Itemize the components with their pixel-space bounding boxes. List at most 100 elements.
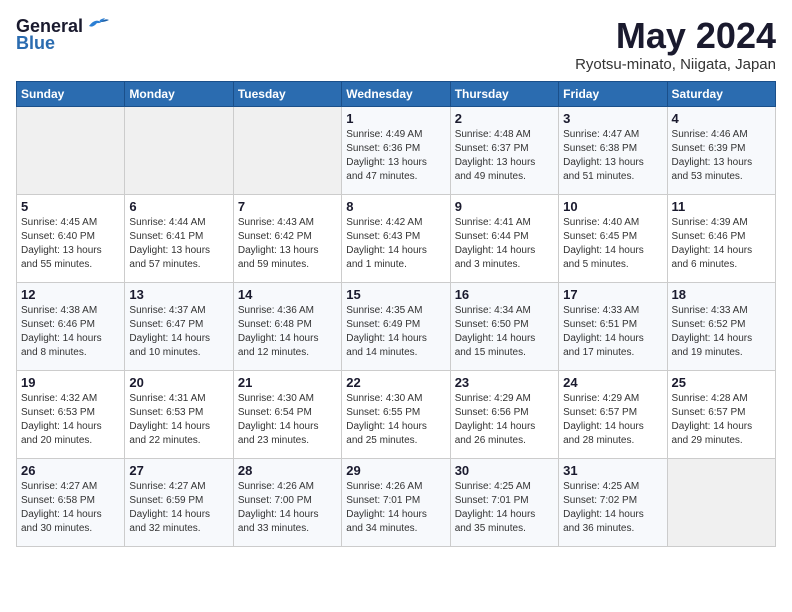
day-number: 22 — [346, 375, 445, 390]
day-info: Sunrise: 4:28 AM Sunset: 6:57 PM Dayligh… — [672, 392, 771, 448]
calendar-cell: 15 Sunrise: 4:35 AM Sunset: 6:49 PM Dayli… — [342, 282, 450, 370]
day-number: 26 — [21, 463, 120, 478]
calendar-cell — [667, 458, 775, 546]
calendar-cell: 7 Sunrise: 4:43 AM Sunset: 6:42 PM Daylig… — [233, 194, 341, 282]
day-info: Sunrise: 4:40 AM Sunset: 6:45 PM Dayligh… — [563, 216, 662, 272]
day-info: Sunrise: 4:30 AM Sunset: 6:55 PM Dayligh… — [346, 392, 445, 448]
calendar-cell: 29Sunrise: 4:26 AM Sunset: 7:01 PM Dayli… — [342, 458, 450, 546]
day-number: 18 — [672, 287, 771, 302]
calendar-cell: 23Sunrise: 4:29 AM Sunset: 6:56 PM Dayli… — [450, 370, 558, 458]
calendar-week-5: 26 Sunrise: 4:27 AM Sunset: 6:58 PM Dayli… — [17, 458, 776, 546]
day-number: 2 — [455, 111, 554, 126]
weekday-header-monday: Monday — [125, 81, 233, 106]
calendar-cell: 8Sunrise: 4:42 AM Sunset: 6:43 PM Daylig… — [342, 194, 450, 282]
weekday-header-friday: Friday — [559, 81, 667, 106]
calendar-week-4: 19 Sunrise: 4:32 AM Sunset: 6:53 PM Dayli… — [17, 370, 776, 458]
month-title: May 2024 — [575, 16, 776, 56]
weekday-header-wednesday: Wednesday — [342, 81, 450, 106]
calendar-cell — [233, 106, 341, 194]
day-number: 15 — [346, 287, 445, 302]
title-section: May 2024 Ryotsu-minato, Niigata, Japan — [575, 16, 776, 73]
day-number: 31 — [563, 463, 662, 478]
day-number: 21 — [238, 375, 337, 390]
calendar-cell: 14Sunrise: 4:36 AM Sunset: 6:48 PM Dayli… — [233, 282, 341, 370]
day-info: Sunrise: 4:25 AM Sunset: 7:02 PM Dayligh… — [563, 480, 662, 536]
calendar-table: SundayMondayTuesdayWednesdayThursdayFrid… — [16, 81, 776, 547]
calendar-cell: 19 Sunrise: 4:32 AM Sunset: 6:53 PM Dayli… — [17, 370, 125, 458]
calendar-cell — [125, 106, 233, 194]
day-info: Sunrise: 4:48 AM Sunset: 6:37 PM Dayligh… — [455, 128, 554, 184]
calendar-cell: 5 Sunrise: 4:45 AM Sunset: 6:40 PM Daylig… — [17, 194, 125, 282]
calendar-cell: 4Sunrise: 4:46 AM Sunset: 6:39 PM Daylig… — [667, 106, 775, 194]
calendar-cell: 21 Sunrise: 4:30 AM Sunset: 6:54 PM Dayli… — [233, 370, 341, 458]
day-number: 4 — [672, 111, 771, 126]
calendar-cell: 12 Sunrise: 4:38 AM Sunset: 6:46 PM Dayli… — [17, 282, 125, 370]
weekday-header-thursday: Thursday — [450, 81, 558, 106]
calendar-cell: 2 Sunrise: 4:48 AM Sunset: 6:37 PM Daylig… — [450, 106, 558, 194]
calendar-cell: 13 Sunrise: 4:37 AM Sunset: 6:47 PM Dayli… — [125, 282, 233, 370]
day-number: 24 — [563, 375, 662, 390]
day-number: 9 — [455, 199, 554, 214]
weekday-header-saturday: Saturday — [667, 81, 775, 106]
day-number: 7 — [238, 199, 337, 214]
calendar-cell: 1 Sunrise: 4:49 AM Sunset: 6:36 PM Daylig… — [342, 106, 450, 194]
day-number: 16 — [455, 287, 554, 302]
day-info: Sunrise: 4:34 AM Sunset: 6:50 PM Dayligh… — [455, 304, 554, 360]
day-number: 8 — [346, 199, 445, 214]
logo: General Blue — [16, 16, 109, 54]
calendar-cell — [17, 106, 125, 194]
day-info: Sunrise: 4:39 AM Sunset: 6:46 PM Dayligh… — [672, 216, 771, 272]
day-number: 5 — [21, 199, 120, 214]
calendar-week-3: 12 Sunrise: 4:38 AM Sunset: 6:46 PM Dayli… — [17, 282, 776, 370]
day-info: Sunrise: 4:29 AM Sunset: 6:57 PM Dayligh… — [563, 392, 662, 448]
logo-bird-icon — [87, 16, 109, 34]
calendar-cell: 20 Sunrise: 4:31 AM Sunset: 6:53 PM Dayli… — [125, 370, 233, 458]
weekday-row: SundayMondayTuesdayWednesdayThursdayFrid… — [17, 81, 776, 106]
day-number: 30 — [455, 463, 554, 478]
day-number: 1 — [346, 111, 445, 126]
day-number: 23 — [455, 375, 554, 390]
day-number: 11 — [672, 199, 771, 214]
day-info: Sunrise: 4:37 AM Sunset: 6:47 PM Dayligh… — [129, 304, 228, 360]
calendar-cell: 31 Sunrise: 4:25 AM Sunset: 7:02 PM Dayli… — [559, 458, 667, 546]
day-info: Sunrise: 4:27 AM Sunset: 6:59 PM Dayligh… — [129, 480, 228, 536]
calendar-cell: 22 Sunrise: 4:30 AM Sunset: 6:55 PM Dayli… — [342, 370, 450, 458]
day-info: Sunrise: 4:49 AM Sunset: 6:36 PM Dayligh… — [346, 128, 445, 184]
day-info: Sunrise: 4:45 AM Sunset: 6:40 PM Dayligh… — [21, 216, 120, 272]
day-info: Sunrise: 4:33 AM Sunset: 6:52 PM Dayligh… — [672, 304, 771, 360]
day-info: Sunrise: 4:38 AM Sunset: 6:46 PM Dayligh… — [21, 304, 120, 360]
day-number: 28 — [238, 463, 337, 478]
day-number: 10 — [563, 199, 662, 214]
day-number: 12 — [21, 287, 120, 302]
calendar-cell: 16 Sunrise: 4:34 AM Sunset: 6:50 PM Dayli… — [450, 282, 558, 370]
day-number: 20 — [129, 375, 228, 390]
day-info: Sunrise: 4:43 AM Sunset: 6:42 PM Dayligh… — [238, 216, 337, 272]
calendar-cell: 24 Sunrise: 4:29 AM Sunset: 6:57 PM Dayli… — [559, 370, 667, 458]
calendar-body: 1 Sunrise: 4:49 AM Sunset: 6:36 PM Daylig… — [17, 106, 776, 546]
day-number: 19 — [21, 375, 120, 390]
day-info: Sunrise: 4:27 AM Sunset: 6:58 PM Dayligh… — [21, 480, 120, 536]
day-info: Sunrise: 4:26 AM Sunset: 7:00 PM Dayligh… — [238, 480, 337, 536]
page-header: General Blue May 2024 Ryotsu-minato, Nii… — [16, 16, 776, 73]
day-info: Sunrise: 4:30 AM Sunset: 6:54 PM Dayligh… — [238, 392, 337, 448]
calendar-cell: 9Sunrise: 4:41 AM Sunset: 6:44 PM Daylig… — [450, 194, 558, 282]
calendar-cell: 6Sunrise: 4:44 AM Sunset: 6:41 PM Daylig… — [125, 194, 233, 282]
day-info: Sunrise: 4:32 AM Sunset: 6:53 PM Dayligh… — [21, 392, 120, 448]
calendar-week-1: 1 Sunrise: 4:49 AM Sunset: 6:36 PM Daylig… — [17, 106, 776, 194]
day-number: 17 — [563, 287, 662, 302]
day-info: Sunrise: 4:35 AM Sunset: 6:49 PM Dayligh… — [346, 304, 445, 360]
weekday-header-tuesday: Tuesday — [233, 81, 341, 106]
day-number: 3 — [563, 111, 662, 126]
location-title: Ryotsu-minato, Niigata, Japan — [575, 56, 776, 73]
day-info: Sunrise: 4:44 AM Sunset: 6:41 PM Dayligh… — [129, 216, 228, 272]
calendar-cell: 28 Sunrise: 4:26 AM Sunset: 7:00 PM Dayli… — [233, 458, 341, 546]
day-number: 13 — [129, 287, 228, 302]
day-info: Sunrise: 4:31 AM Sunset: 6:53 PM Dayligh… — [129, 392, 228, 448]
calendar-week-2: 5 Sunrise: 4:45 AM Sunset: 6:40 PM Daylig… — [17, 194, 776, 282]
day-number: 14 — [238, 287, 337, 302]
day-number: 27 — [129, 463, 228, 478]
calendar-cell: 25Sunrise: 4:28 AM Sunset: 6:57 PM Dayli… — [667, 370, 775, 458]
calendar-cell: 3Sunrise: 4:47 AM Sunset: 6:38 PM Daylig… — [559, 106, 667, 194]
calendar-cell: 18 Sunrise: 4:33 AM Sunset: 6:52 PM Dayli… — [667, 282, 775, 370]
calendar-cell: 11 Sunrise: 4:39 AM Sunset: 6:46 PM Dayli… — [667, 194, 775, 282]
